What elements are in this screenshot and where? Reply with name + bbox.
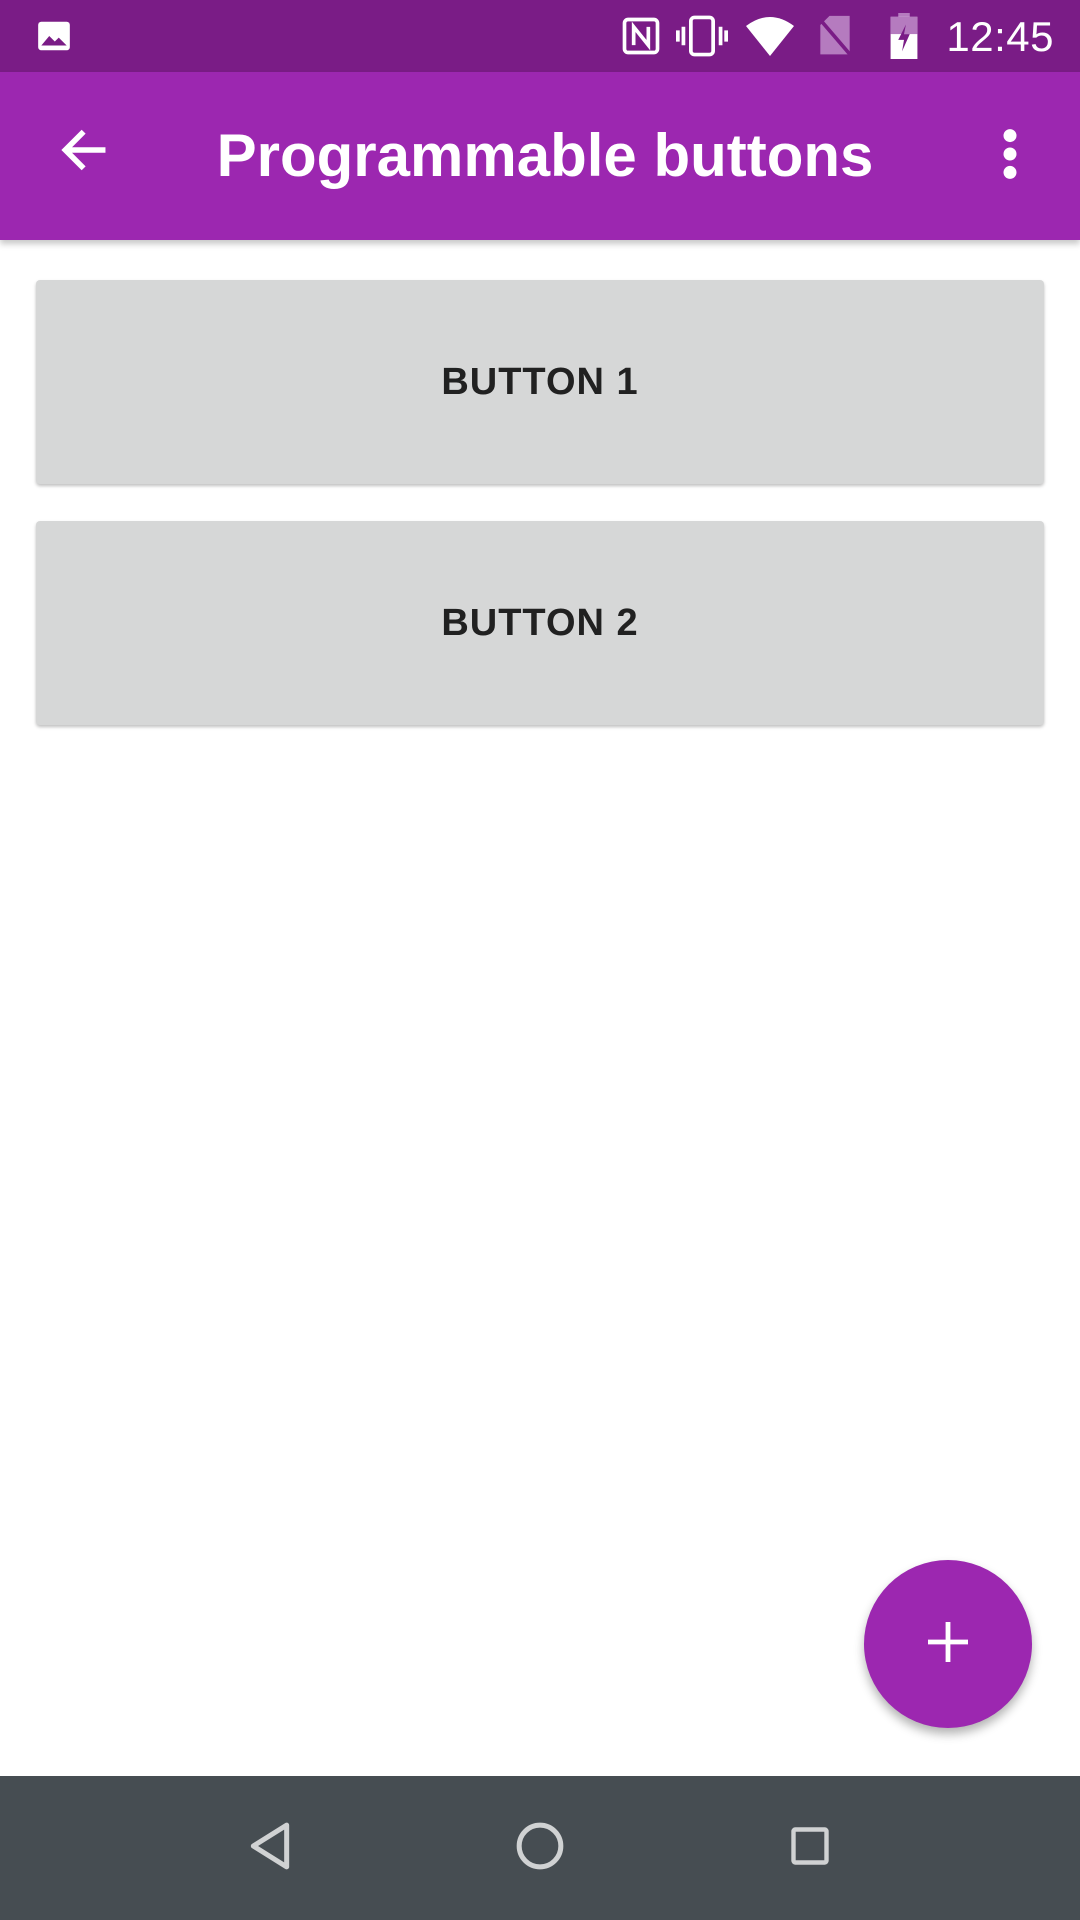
nav-back-button[interactable] (220, 1798, 320, 1898)
nav-home-button[interactable] (490, 1798, 590, 1898)
nfc-icon (618, 0, 664, 72)
system-nav-bar (0, 1776, 1080, 1920)
no-sim-icon (812, 0, 858, 72)
add-button-fab[interactable] (864, 1560, 1032, 1728)
overflow-menu-button[interactable] (970, 116, 1050, 196)
programmable-button-1[interactable]: BUTTON 1 (36, 280, 1044, 484)
nav-recents-button[interactable] (760, 1798, 860, 1898)
page-title: Programmable buttons (216, 122, 874, 189)
back-triangle-icon (247, 1821, 293, 1876)
gallery-icon (34, 0, 74, 72)
wifi-icon (742, 0, 798, 72)
app-bar: Programmable buttons (0, 72, 1080, 240)
plus-icon (924, 1618, 972, 1671)
status-bar: 12:45 (0, 0, 1080, 72)
vibrate-icon (674, 0, 730, 72)
home-circle-icon (515, 1821, 565, 1876)
content-area: BUTTON 1 BUTTON 2 (0, 240, 1080, 1776)
battery-charging-icon (886, 0, 922, 72)
recents-square-icon (788, 1824, 832, 1873)
programmable-button-2[interactable]: BUTTON 2 (36, 521, 1044, 725)
status-time: 12:45 (946, 13, 1054, 60)
more-vert-icon (1000, 128, 1020, 185)
